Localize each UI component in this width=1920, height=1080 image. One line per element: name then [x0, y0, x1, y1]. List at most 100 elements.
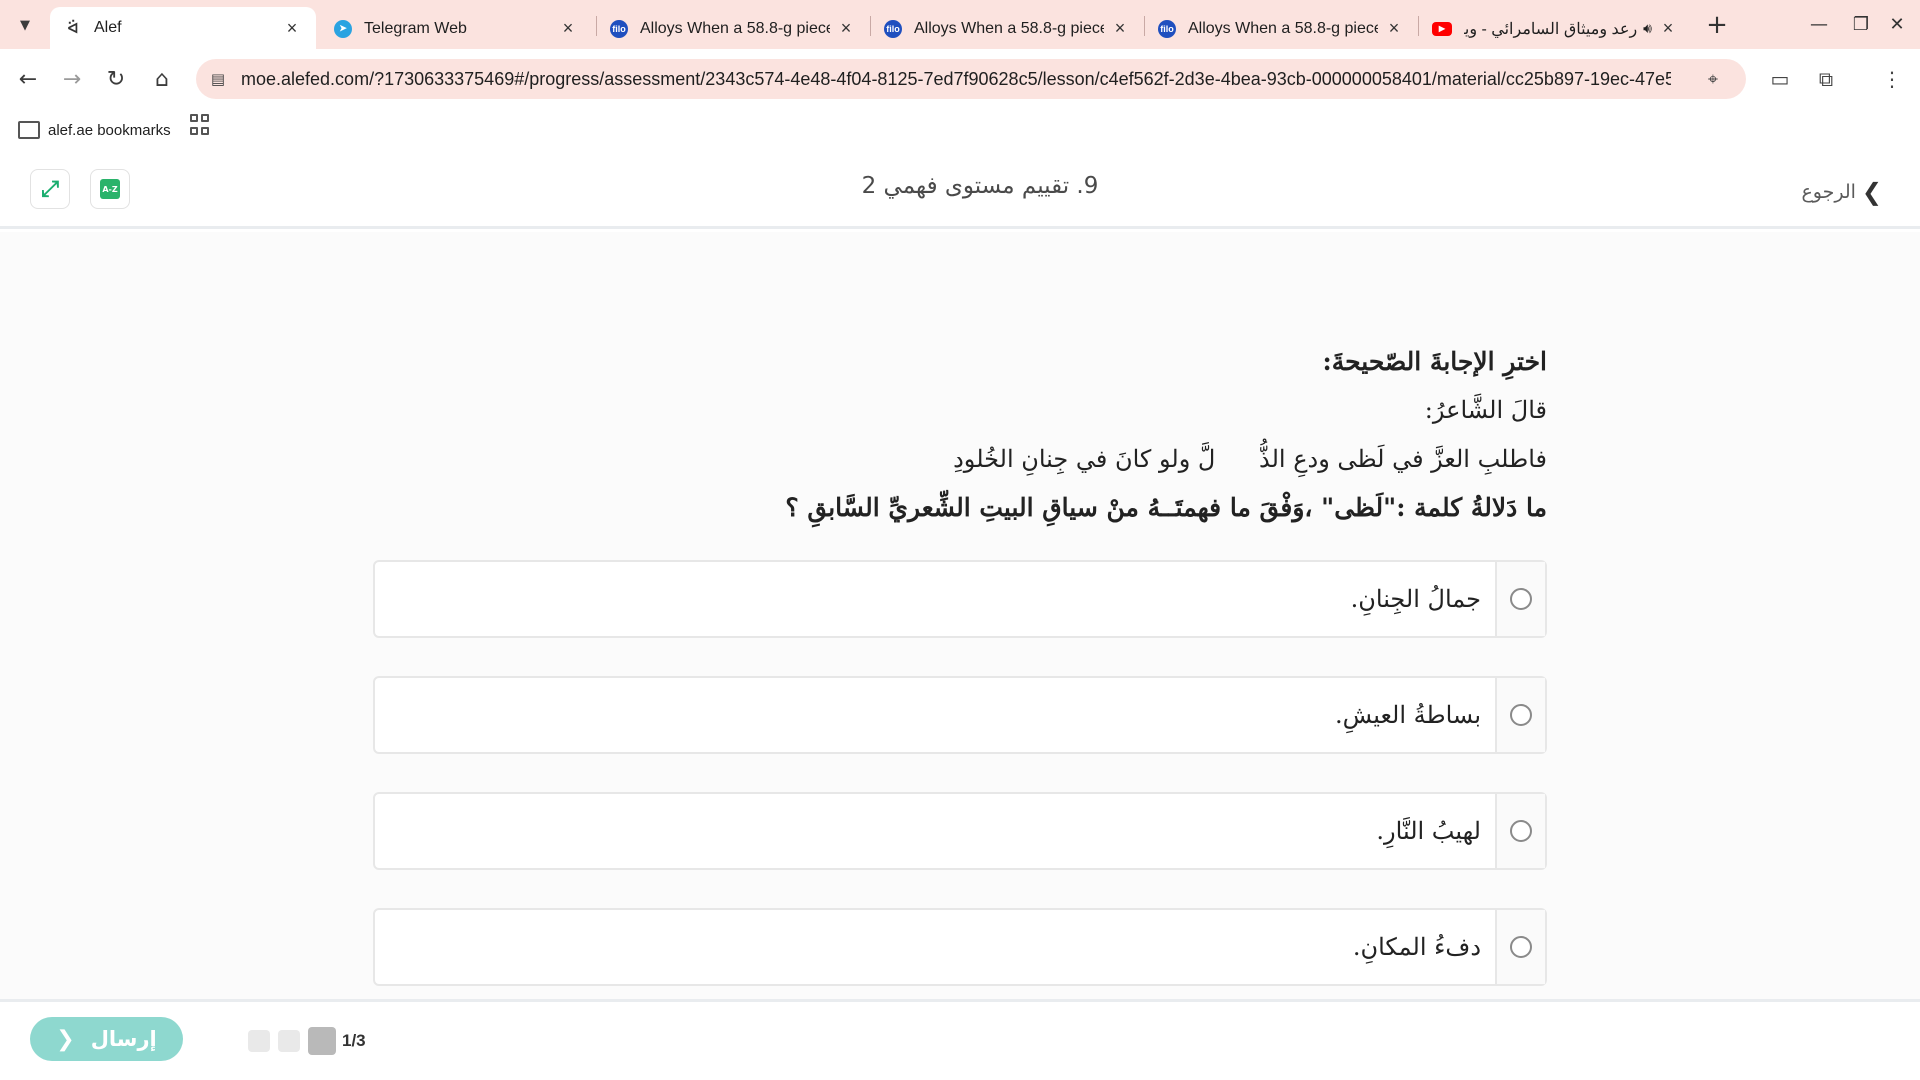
answer-option-label: جمالُ الجِنانِ. [1350, 585, 1481, 613]
cast-button[interactable]: ▭ [1764, 63, 1796, 95]
fullscreen-button[interactable]: ⤢ [30, 169, 70, 209]
puzzle-icon: ⧉ [1818, 67, 1834, 91]
tab-filo-3[interactable]: filo Alloys When a 58.8-g piece × [1144, 8, 1418, 49]
close-icon[interactable]: × [282, 18, 302, 38]
close-window-button[interactable]: ✕ [1874, 6, 1920, 42]
tab-telegram[interactable]: ➤ Telegram Web × [320, 8, 592, 49]
new-tab-button[interactable]: + [1702, 10, 1732, 40]
filo-icon: filo [610, 19, 628, 38]
close-icon[interactable]: × [1384, 18, 1404, 39]
home-icon: ⌂ [155, 66, 169, 92]
location-icon[interactable]: ⌖ [1702, 68, 1724, 90]
url-text[interactable]: moe.alefed.com/?1730633375469#/progress/… [241, 59, 1671, 99]
bookmarks-bar: alef.ae bookmarks [0, 109, 1920, 151]
back-button[interactable]: ← [10, 61, 46, 97]
poem-verse: فاطلبِ العزَّ في لَظى ودعِ الذُّ لَّ ولو… [647, 434, 1547, 484]
tab-title: Alef [94, 19, 122, 36]
tab-filo-2[interactable]: filo Alloys When a 58.8-g piece × [870, 8, 1144, 49]
answer-option-label: بساطةُ العيشِ. [1334, 701, 1481, 729]
reload-icon: ↻ [106, 66, 126, 92]
back-link[interactable]: ❯ الرجوع [1801, 177, 1882, 207]
answer-option[interactable]: جمالُ الجِنانِ. [373, 560, 1547, 638]
filo-icon: filo [884, 19, 902, 38]
tab-title: Alloys When a 58.8-g piece [640, 19, 830, 37]
apps-grid-icon[interactable] [190, 114, 212, 136]
youtube-icon: ▶ [1432, 21, 1452, 36]
assessment-header: ⤢ A-Z 9. تقييم مستوى فهمي 2 ❯ الرجوع [0, 151, 1920, 229]
radio-button[interactable] [1510, 936, 1532, 958]
bookmark-folder[interactable]: alef.ae bookmarks [18, 117, 171, 143]
alef-icon: ᐛ [64, 19, 82, 37]
radio-button[interactable] [1510, 704, 1532, 726]
speaker-icon[interactable]: 🔊︎ [1643, 20, 1652, 37]
tab-search-button[interactable]: ▼ [10, 10, 40, 40]
radio-button[interactable] [1510, 588, 1532, 610]
answer-option[interactable]: دفءُ المكانِ. [373, 908, 1547, 986]
restore-icon: ❐ [1852, 13, 1870, 35]
browser-toolbar: ← → ↻ ⌂ ▤ moe.alefed.com/?1730633375469#… [0, 49, 1920, 109]
site-info-icon[interactable]: ▤ [208, 69, 228, 89]
question-area: اخترِ الإجابةَ الصّحيحةَ: قالَ الشَّاعرُ… [0, 232, 1920, 999]
page-title: 9. تقييم مستوى فهمي 2 [861, 173, 1099, 199]
forward-button[interactable]: → [54, 61, 90, 97]
radio-button[interactable] [1510, 820, 1532, 842]
address-bar[interactable]: ▤ moe.alefed.com/?1730633375469#/progres… [196, 59, 1746, 99]
extensions-button[interactable]: ⧉ [1810, 63, 1842, 95]
az-dictionary-icon: A-Z [100, 179, 120, 199]
chevron-right-icon: ❯ [1861, 178, 1882, 206]
plus-icon: + [1706, 10, 1728, 40]
alef-app: ⤢ A-Z 9. تقييم مستوى فهمي 2 ❯ الرجوع اخت… [0, 151, 1920, 1080]
kebab-menu-icon: ⋮ [1882, 67, 1902, 91]
back-label: الرجوع [1801, 181, 1856, 203]
arrow-right-icon: → [62, 66, 82, 92]
radio-cell[interactable] [1495, 678, 1545, 752]
radio-cell[interactable] [1495, 910, 1545, 984]
telegram-icon: ➤ [334, 19, 352, 38]
browser-tabstrip: ▼ ᐛ Alef × ➤ Telegram Web × filo Alloys … [0, 0, 1920, 49]
pager-count: 1/3 [342, 1031, 366, 1050]
radio-cell[interactable] [1495, 794, 1545, 868]
question-instruction: اخترِ الإجابةَ الصّحيحةَ: [1322, 347, 1547, 376]
close-icon[interactable]: × [836, 18, 856, 39]
close-icon[interactable]: × [1658, 18, 1678, 39]
arrow-left-icon: ← [18, 66, 38, 92]
close-icon[interactable]: × [558, 18, 578, 39]
reload-button[interactable]: ↻ [98, 61, 134, 97]
answer-option[interactable]: بساطةُ العيشِ. [373, 676, 1547, 754]
tab-title: Alloys When a 58.8-g piece [1188, 19, 1378, 37]
question-text: ما دَلالةُ كلمة :"لَظى" ،وَفْقَ ما فهمتَ… [785, 493, 1547, 522]
pager-dot-current[interactable] [308, 1027, 336, 1055]
folder-icon [18, 121, 40, 139]
cast-icon: ▭ [1770, 67, 1790, 91]
filo-icon: filo [1158, 19, 1176, 38]
chevron-down-icon: ▼ [20, 17, 30, 33]
tab-title: Telegram Web [364, 19, 467, 37]
tab-youtube[interactable]: ▶ رعد وميثاق السامرائي - وين 🔊︎ × [1418, 8, 1692, 49]
answer-option-label: لهيبُ النَّارِ. [1376, 817, 1481, 845]
tab-alef[interactable]: ᐛ Alef × [50, 7, 316, 49]
tab-filo-1[interactable]: filo Alloys When a 58.8-g piece × [596, 8, 870, 49]
home-button[interactable]: ⌂ [144, 61, 180, 97]
submit-button[interactable]: إرسال ❮ [30, 1017, 183, 1061]
expand-icon: ⤢ [41, 176, 59, 202]
close-icon[interactable]: × [1110, 18, 1130, 39]
dictionary-button[interactable]: A-Z [90, 169, 130, 209]
radio-cell[interactable] [1495, 562, 1545, 636]
question-pager: 1/3 [248, 1027, 366, 1055]
poet-intro: قالَ الشَّاعرُ: [1424, 396, 1547, 424]
question-block: اخترِ الإجابةَ الصّحيحةَ: قالَ الشَّاعرُ… [647, 338, 1547, 532]
answer-option-label: دفءُ المكانِ. [1352, 933, 1481, 961]
chevron-left-icon: ❮ [56, 1026, 75, 1052]
minimize-icon: — [1810, 13, 1828, 35]
tab-title: Alloys When a 58.8-g piece [914, 19, 1104, 37]
pager-dot[interactable] [278, 1030, 300, 1052]
pager-dot[interactable] [248, 1030, 270, 1052]
bookmark-folder-label: alef.ae bookmarks [48, 121, 171, 139]
verse-first-hemistich: فاطلبِ العزَّ في لَظى ودعِ الذُّ [1259, 445, 1547, 473]
minimize-button[interactable]: — [1796, 6, 1842, 42]
verse-second-hemistich: لَّ ولو كانَ في جِنانِ الخُلودِ [953, 445, 1216, 473]
menu-button[interactable]: ⋮ [1876, 63, 1908, 95]
answer-option[interactable]: لهيبُ النَّارِ. [373, 792, 1547, 870]
submit-label: إرسال [90, 1027, 157, 1051]
assessment-footer: إرسال ❮ 1/3 [0, 999, 1920, 1080]
